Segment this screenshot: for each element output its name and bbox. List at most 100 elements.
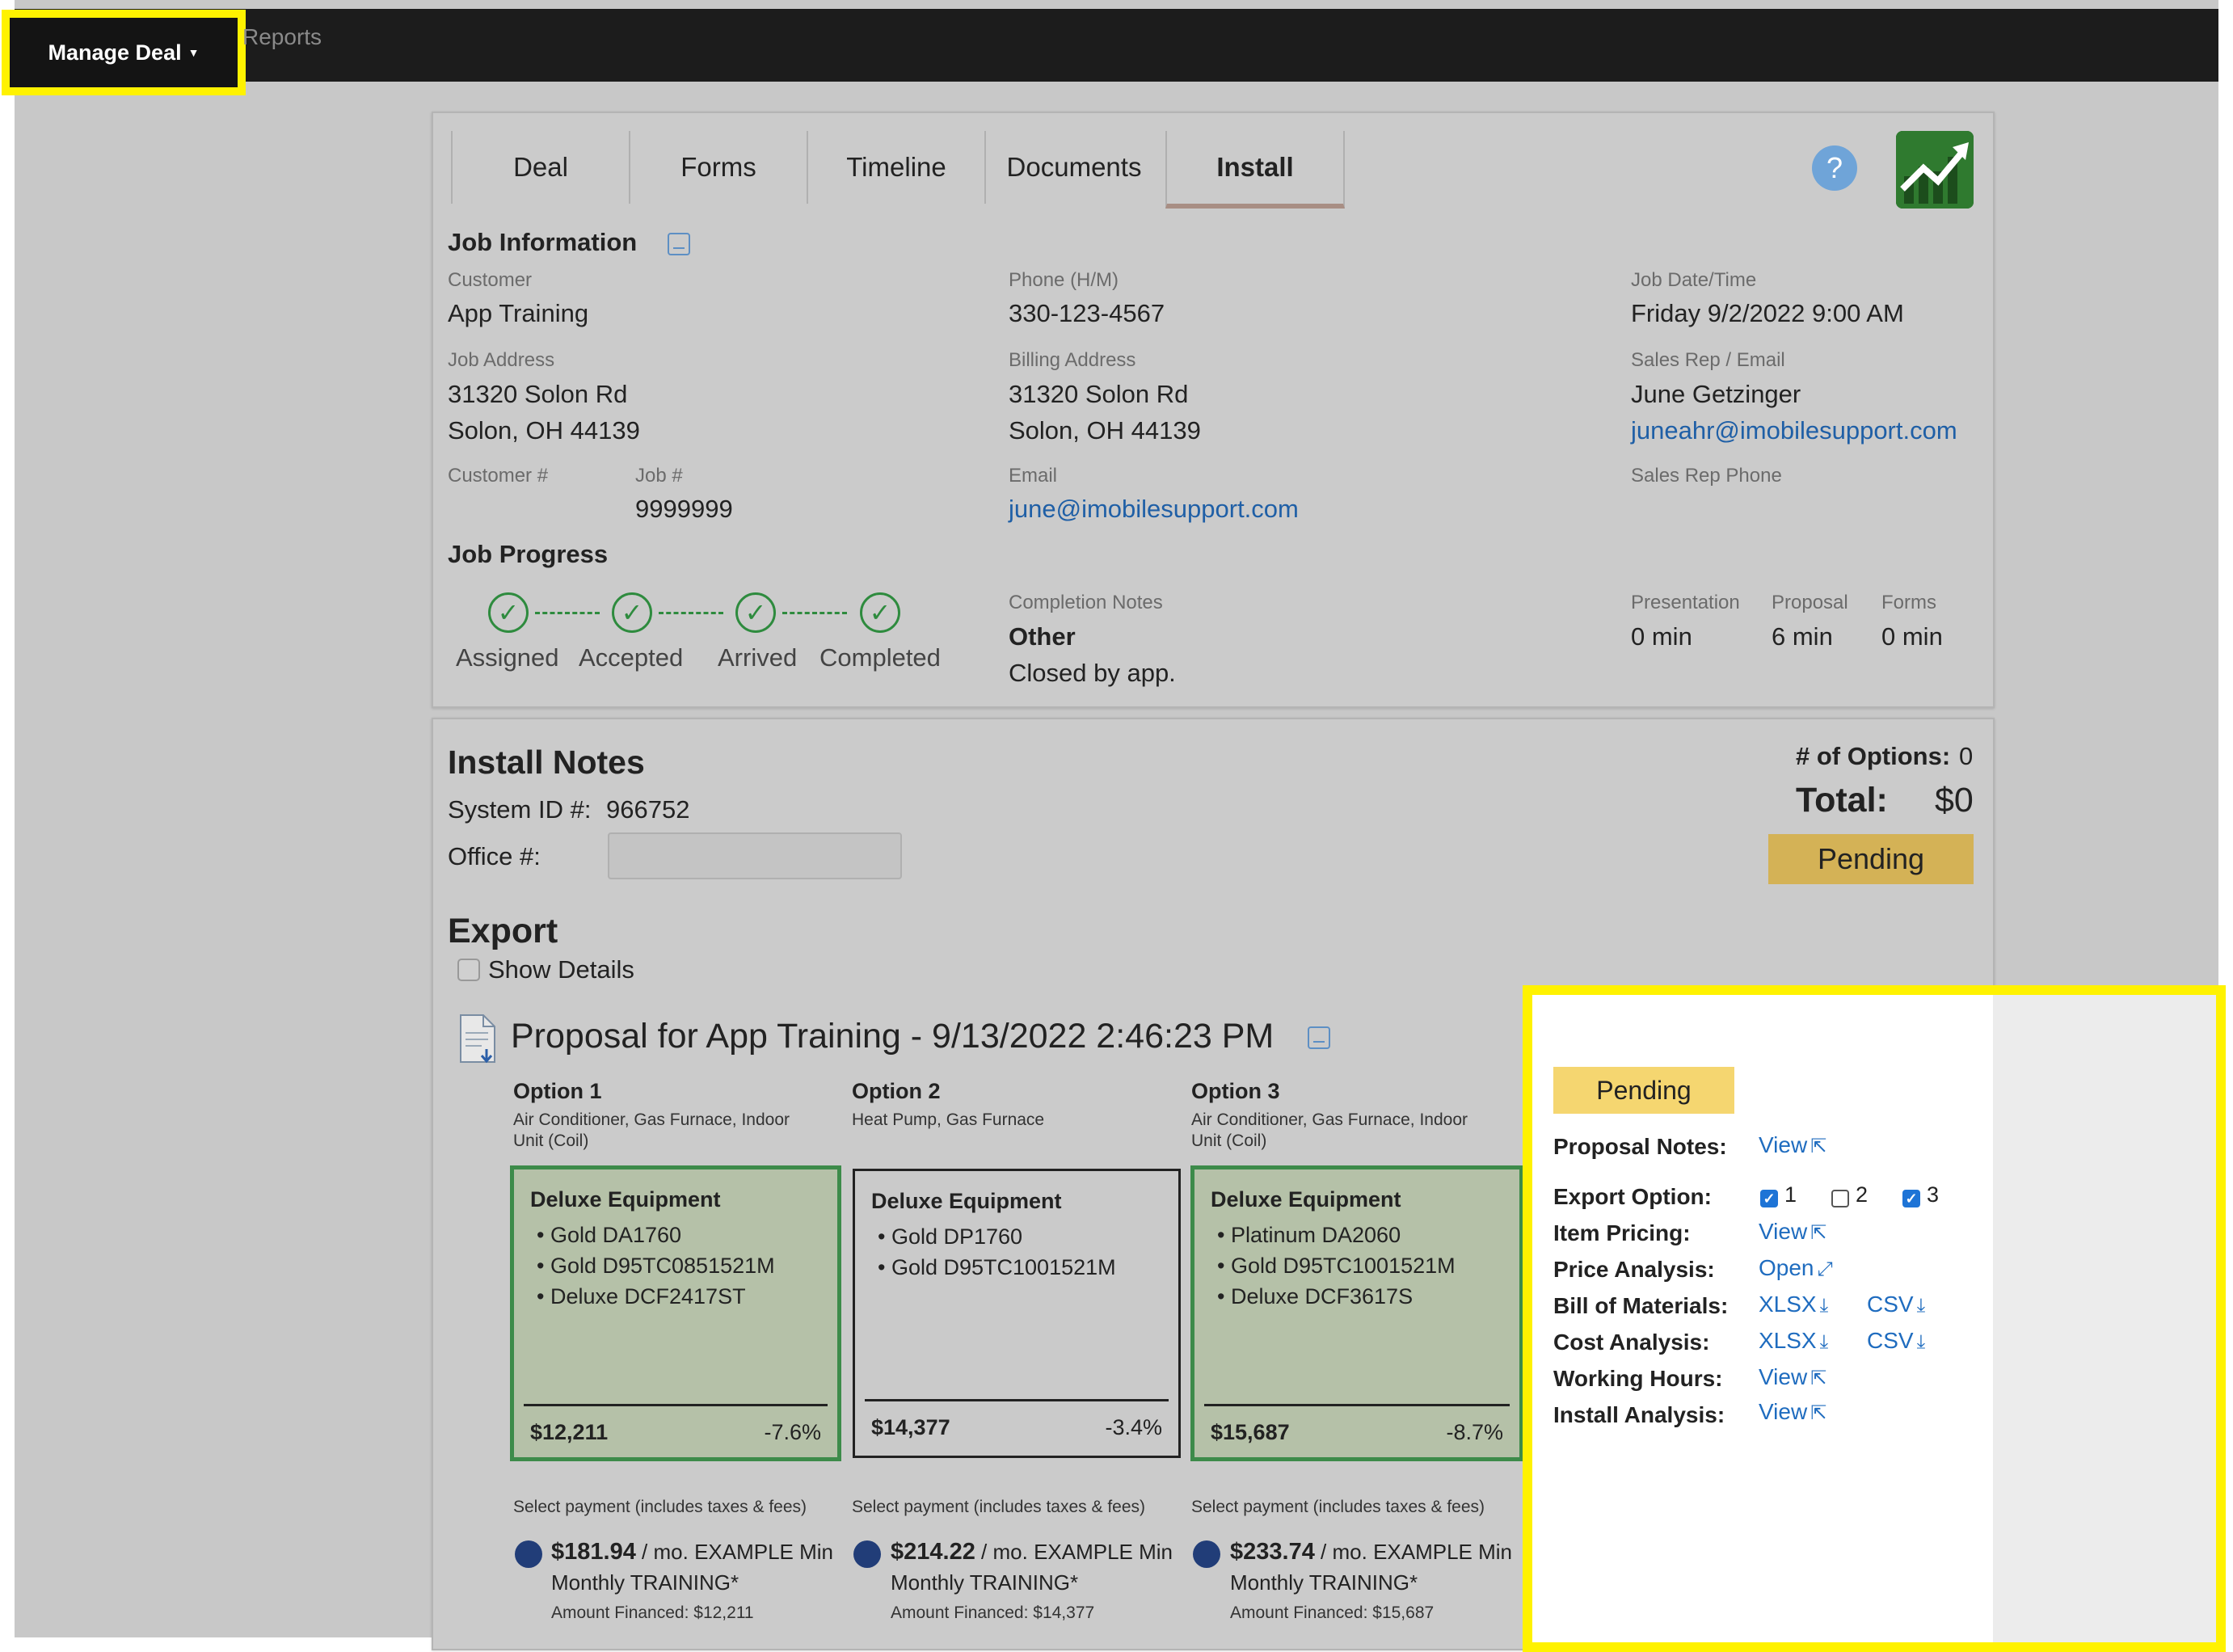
option-3-discount: -8.7% xyxy=(1446,1420,1503,1444)
export-option-label: Export Option: xyxy=(1553,1184,1712,1209)
step-assigned-label: Assigned xyxy=(456,643,559,672)
proposal-title: Proposal for App Training - 9/13/2022 2:… xyxy=(511,1017,1274,1056)
option-3-subtitle-line1: Air Conditioner, Gas Furnace, Indoor xyxy=(1191,1110,1468,1129)
completion-type: Other xyxy=(1009,622,1076,651)
collapse-job-info-icon[interactable] xyxy=(668,233,690,255)
bom-csv-download-link[interactable]: CSV ⤓ xyxy=(1867,1292,1925,1317)
proposal-notes-view-link[interactable]: View ⇱ xyxy=(1759,1132,1826,1158)
option-2-payment-label: Select payment (includes taxes & fees) xyxy=(852,1498,1146,1516)
forms-time: 0 min xyxy=(1881,622,1943,651)
job-datetime-label: Job Date/Time xyxy=(1631,269,1757,291)
option-1-payment-label: Select payment (includes taxes & fees) xyxy=(513,1498,807,1516)
billing-address-line1: 31320 Solon Rd xyxy=(1009,380,1189,408)
option-1-item: • Gold D95TC0851521M xyxy=(537,1254,775,1278)
option-1-subtitle-line1: Air Conditioner, Gas Furnace, Indoor xyxy=(513,1110,790,1129)
price-analysis-open-link[interactable]: Open ⤢ xyxy=(1759,1255,1833,1281)
total-value: $0 xyxy=(1935,781,1974,820)
export-option-3-checkbox[interactable]: ✓ xyxy=(1902,1190,1920,1207)
bom-xlsx-download-link[interactable]: XLSX ⤓ xyxy=(1759,1292,1828,1317)
forms-time-label: Forms xyxy=(1881,592,1936,613)
download-icon: ⤓ xyxy=(1819,1295,1829,1317)
app-logo-icon xyxy=(1896,131,1974,209)
document-download-icon[interactable] xyxy=(457,1014,498,1065)
job-number-label: Job # xyxy=(635,465,683,487)
option-1-card[interactable]: Deluxe Equipment • Gold DA1760 • Gold D9… xyxy=(510,1165,841,1461)
option-3-divider xyxy=(1204,1404,1510,1406)
open-external-icon: ⇱ xyxy=(1810,1222,1827,1244)
working-hours-label: Working Hours: xyxy=(1553,1366,1723,1391)
system-id-label: System ID #: xyxy=(448,795,592,824)
job-progress-title: Job Progress xyxy=(448,540,609,568)
option-1-payment-line1: $181.94 / mo. EXAMPLE Min xyxy=(551,1539,834,1565)
step-arrived-label: Arrived xyxy=(718,643,798,672)
accepted-check-icon: ✓ xyxy=(612,592,652,633)
item-pricing-label: Item Pricing: xyxy=(1553,1220,1691,1245)
option-3-subtitle-line2: Unit (Coil) xyxy=(1191,1132,1267,1150)
collapse-proposal-icon[interactable] xyxy=(1308,1026,1330,1049)
tab-forms[interactable]: Forms xyxy=(629,131,807,204)
option-3-title: Option 3 xyxy=(1191,1079,1280,1103)
sales-rep-email-link[interactable]: juneahr@imobilesupport.com xyxy=(1631,416,1957,445)
option-2-item: • Gold D95TC1001521M xyxy=(878,1255,1116,1279)
download-icon: ⤓ xyxy=(1916,1331,1926,1353)
job-information-title: Job Information xyxy=(448,228,638,256)
tab-deal[interactable]: Deal xyxy=(451,131,629,204)
office-number-input[interactable] xyxy=(608,832,902,879)
option-1-divider xyxy=(524,1404,828,1406)
open-external-icon: ⇱ xyxy=(1810,1402,1827,1424)
customer-email-link[interactable]: june@imobilesupport.com xyxy=(1009,495,1299,524)
total-label: Total: xyxy=(1796,781,1888,820)
open-external-icon: ⇱ xyxy=(1810,1368,1827,1389)
option-2-payment-radio[interactable] xyxy=(853,1540,881,1568)
cost-csv-download-link[interactable]: CSV ⤓ xyxy=(1867,1328,1925,1354)
show-details-label: Show Details xyxy=(488,955,634,984)
install-analysis-view-link[interactable]: View ⇱ xyxy=(1759,1399,1826,1425)
working-hours-view-link[interactable]: View ⇱ xyxy=(1759,1364,1826,1390)
option-3-price: $15,687 xyxy=(1211,1420,1290,1444)
customer-number-label: Customer # xyxy=(448,465,549,487)
bill-of-materials-label: Bill of Materials: xyxy=(1553,1293,1729,1318)
customer-value: App Training xyxy=(448,299,589,327)
option-3-card[interactable]: Deluxe Equipment • Platinum DA2060 • Gol… xyxy=(1190,1165,1523,1461)
option-2-price: $14,377 xyxy=(871,1415,950,1439)
progress-connector xyxy=(782,612,847,614)
presentation-time-label: Presentation xyxy=(1631,592,1740,613)
option-2-tier: Deluxe Equipment xyxy=(871,1189,1062,1213)
show-details-checkbox[interactable] xyxy=(457,959,480,981)
phone-label: Phone (H/M) xyxy=(1009,269,1119,291)
item-pricing-view-link[interactable]: View ⇱ xyxy=(1759,1219,1826,1245)
export-option-2-checkbox[interactable] xyxy=(1831,1190,1849,1207)
export-option-1-label: 1 xyxy=(1784,1182,1797,1207)
cost-xlsx-download-link[interactable]: XLSX ⤓ xyxy=(1759,1328,1828,1354)
job-address-label: Job Address xyxy=(448,349,555,371)
option-1-payment-radio[interactable] xyxy=(515,1540,542,1568)
option-2-title: Option 2 xyxy=(852,1079,941,1103)
manage-deal-dropdown[interactable]: Manage Deal ▼ xyxy=(2,10,246,95)
proposal-time: 6 min xyxy=(1772,622,1833,651)
job-datetime-value: Friday 9/2/2022 9:00 AM xyxy=(1631,299,1904,327)
option-3-payment-radio[interactable] xyxy=(1193,1540,1220,1568)
option-2-divider xyxy=(865,1399,1169,1401)
system-id-value: 966752 xyxy=(606,795,690,824)
tab-timeline[interactable]: Timeline xyxy=(807,131,984,204)
office-label: Office #: xyxy=(448,842,541,870)
reports-nav-link[interactable]: Reports xyxy=(242,24,322,50)
option-2-card[interactable]: Deluxe Equipment • Gold DP1760 • Gold D9… xyxy=(853,1169,1181,1458)
tab-install[interactable]: Install xyxy=(1165,131,1345,209)
status-pending-badge: Pending xyxy=(1768,834,1974,884)
job-number-value: 9999999 xyxy=(635,495,733,523)
step-completed-label: Completed xyxy=(819,643,941,672)
export-option-2-label: 2 xyxy=(1856,1182,1869,1207)
manage-deal-label: Manage Deal xyxy=(48,40,182,65)
help-icon[interactable]: ? xyxy=(1812,145,1857,191)
sales-rep-label: Sales Rep / Email xyxy=(1631,349,1785,371)
option-3-payment-line1: $233.74 / mo. EXAMPLE Min xyxy=(1230,1539,1513,1565)
tab-documents[interactable]: Documents xyxy=(984,131,1162,204)
billing-address-line2: Solon, OH 44139 xyxy=(1009,416,1201,445)
option-2-discount: -3.4% xyxy=(1105,1415,1162,1439)
arrived-check-icon: ✓ xyxy=(735,592,776,633)
export-option-1-checkbox[interactable]: ✓ xyxy=(1760,1190,1778,1207)
job-address-line2: Solon, OH 44139 xyxy=(448,416,640,445)
progress-connector xyxy=(659,612,723,614)
billing-address-label: Billing Address xyxy=(1009,349,1136,371)
